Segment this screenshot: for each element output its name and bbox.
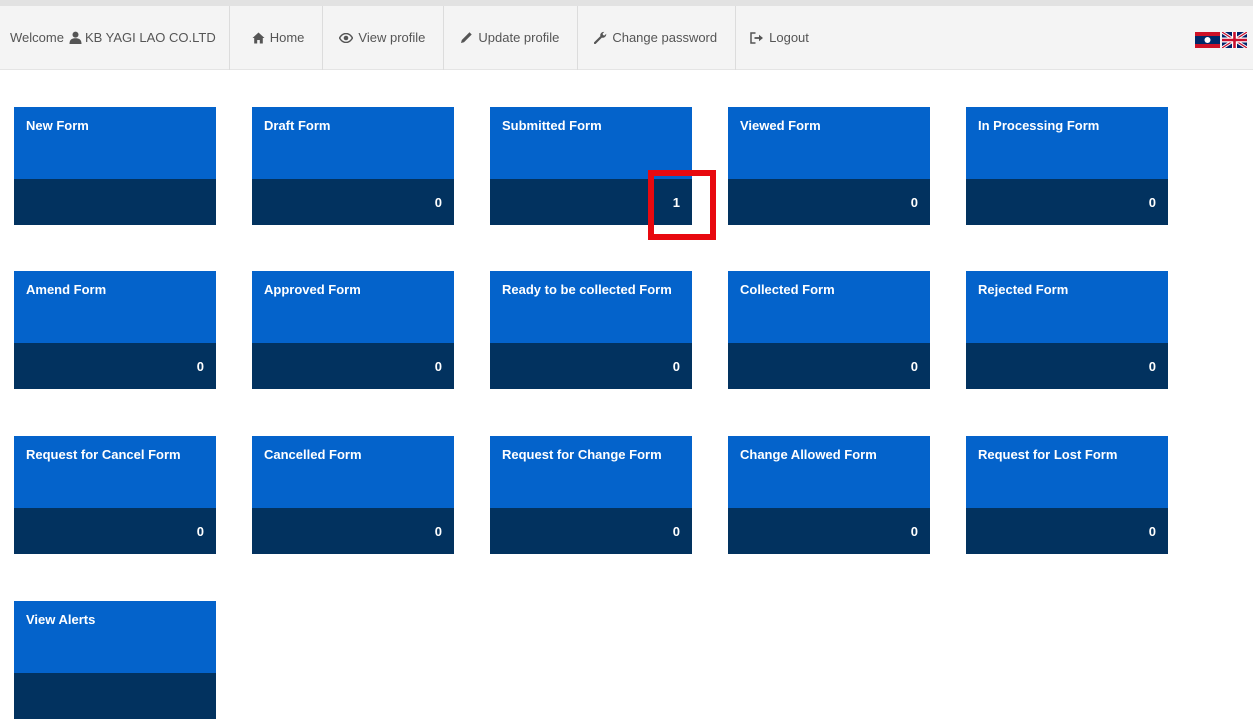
tile-count: 0 [252, 508, 454, 554]
pencil-icon [461, 32, 473, 43]
tile-title: Cancelled Form [252, 436, 454, 508]
tile-count: 0 [252, 179, 454, 225]
logout-icon [750, 31, 764, 44]
tile-count: 0 [490, 343, 692, 389]
tile-title: In Processing Form [966, 107, 1168, 179]
tile-title: Request for Lost Form [966, 436, 1168, 508]
tile-title: Collected Form [728, 271, 930, 343]
tile-approved-form[interactable]: Approved Form 0 [252, 271, 454, 389]
home-icon [252, 32, 265, 43]
tile-collected-form[interactable]: Collected Form 0 [728, 271, 930, 389]
tile-title: Request for Change Form [490, 436, 692, 508]
tile-change-allowed-form[interactable]: Change Allowed Form 0 [728, 436, 930, 554]
tile-count: 0 [966, 179, 1168, 225]
tile-submitted-form[interactable]: Submitted Form 1 [490, 107, 692, 225]
tile-title: New Form [14, 107, 216, 179]
welcome-message: Welcome KB YAGI LAO CO.LTD [0, 5, 230, 70]
nav-change-password[interactable]: Change password [578, 5, 737, 70]
tile-count: 0 [14, 508, 216, 554]
tile-amend-form[interactable]: Amend Form 0 [14, 271, 216, 389]
tile-request-for-cancel-form[interactable]: Request for Cancel Form 0 [14, 436, 216, 554]
tile-count [14, 179, 216, 225]
tile-count: 0 [966, 343, 1168, 389]
tile-count: 0 [14, 343, 216, 389]
tile-count: 0 [490, 508, 692, 554]
company-name: KB YAGI LAO CO.LTD [84, 30, 216, 45]
tile-count: 0 [728, 508, 930, 554]
tile-title: Submitted Form [490, 107, 692, 179]
nav-logout-label: Logout [769, 30, 809, 45]
tile-draft-form[interactable]: Draft Form 0 [252, 107, 454, 225]
tile-count: 0 [252, 343, 454, 389]
tile-title: Viewed Form [728, 107, 930, 179]
tile-count: 0 [728, 179, 930, 225]
tile-title: Change Allowed Form [728, 436, 930, 508]
tile-request-for-change-form[interactable]: Request for Change Form 0 [490, 436, 692, 554]
tile-title: Approved Form [252, 271, 454, 343]
uk-flag-icon[interactable] [1222, 32, 1247, 48]
tile-title: Amend Form [14, 271, 216, 343]
eye-icon [339, 32, 354, 43]
nav-home-label: Home [269, 30, 305, 45]
tile-count [14, 673, 216, 719]
tile-cancelled-form[interactable]: Cancelled Form 0 [252, 436, 454, 554]
nav-update-profile[interactable]: Update profile [444, 5, 579, 70]
tile-request-for-lost-form[interactable]: Request for Lost Form 0 [966, 436, 1168, 554]
language-switcher [1195, 32, 1247, 48]
tile-title: Ready to be collected Form [490, 271, 692, 343]
wrench-icon [594, 31, 607, 44]
tile-title: Rejected Form [966, 271, 1168, 343]
tile-title: Draft Form [252, 107, 454, 179]
tile-rejected-form[interactable]: Rejected Form 0 [966, 271, 1168, 389]
user-icon [69, 31, 82, 44]
tile-ready-to-be-collected-form[interactable]: Ready to be collected Form 0 [490, 271, 692, 389]
tile-in-processing-form[interactable]: In Processing Form 0 [966, 107, 1168, 225]
welcome-label: Welcome [10, 30, 64, 45]
tile-title: Request for Cancel Form [14, 436, 216, 508]
tile-title: View Alerts [14, 601, 216, 673]
nav-home[interactable]: Home [230, 5, 324, 70]
top-navbar: Welcome KB YAGI LAO CO.LTD Home View pro… [0, 5, 1253, 70]
nav-update-profile-label: Update profile [478, 30, 560, 45]
nav-view-profile[interactable]: View profile [323, 5, 445, 70]
lao-flag-icon[interactable] [1195, 32, 1220, 48]
tile-count: 0 [728, 343, 930, 389]
nav-logout[interactable]: Logout [736, 6, 823, 70]
tile-view-alerts[interactable]: View Alerts [14, 601, 216, 719]
nav-view-profile-label: View profile [358, 30, 426, 45]
tile-count: 0 [966, 508, 1168, 554]
tile-count: 1 [490, 179, 692, 225]
nav-change-password-label: Change password [612, 30, 718, 45]
tile-viewed-form[interactable]: Viewed Form 0 [728, 107, 930, 225]
tile-new-form[interactable]: New Form [14, 107, 216, 225]
